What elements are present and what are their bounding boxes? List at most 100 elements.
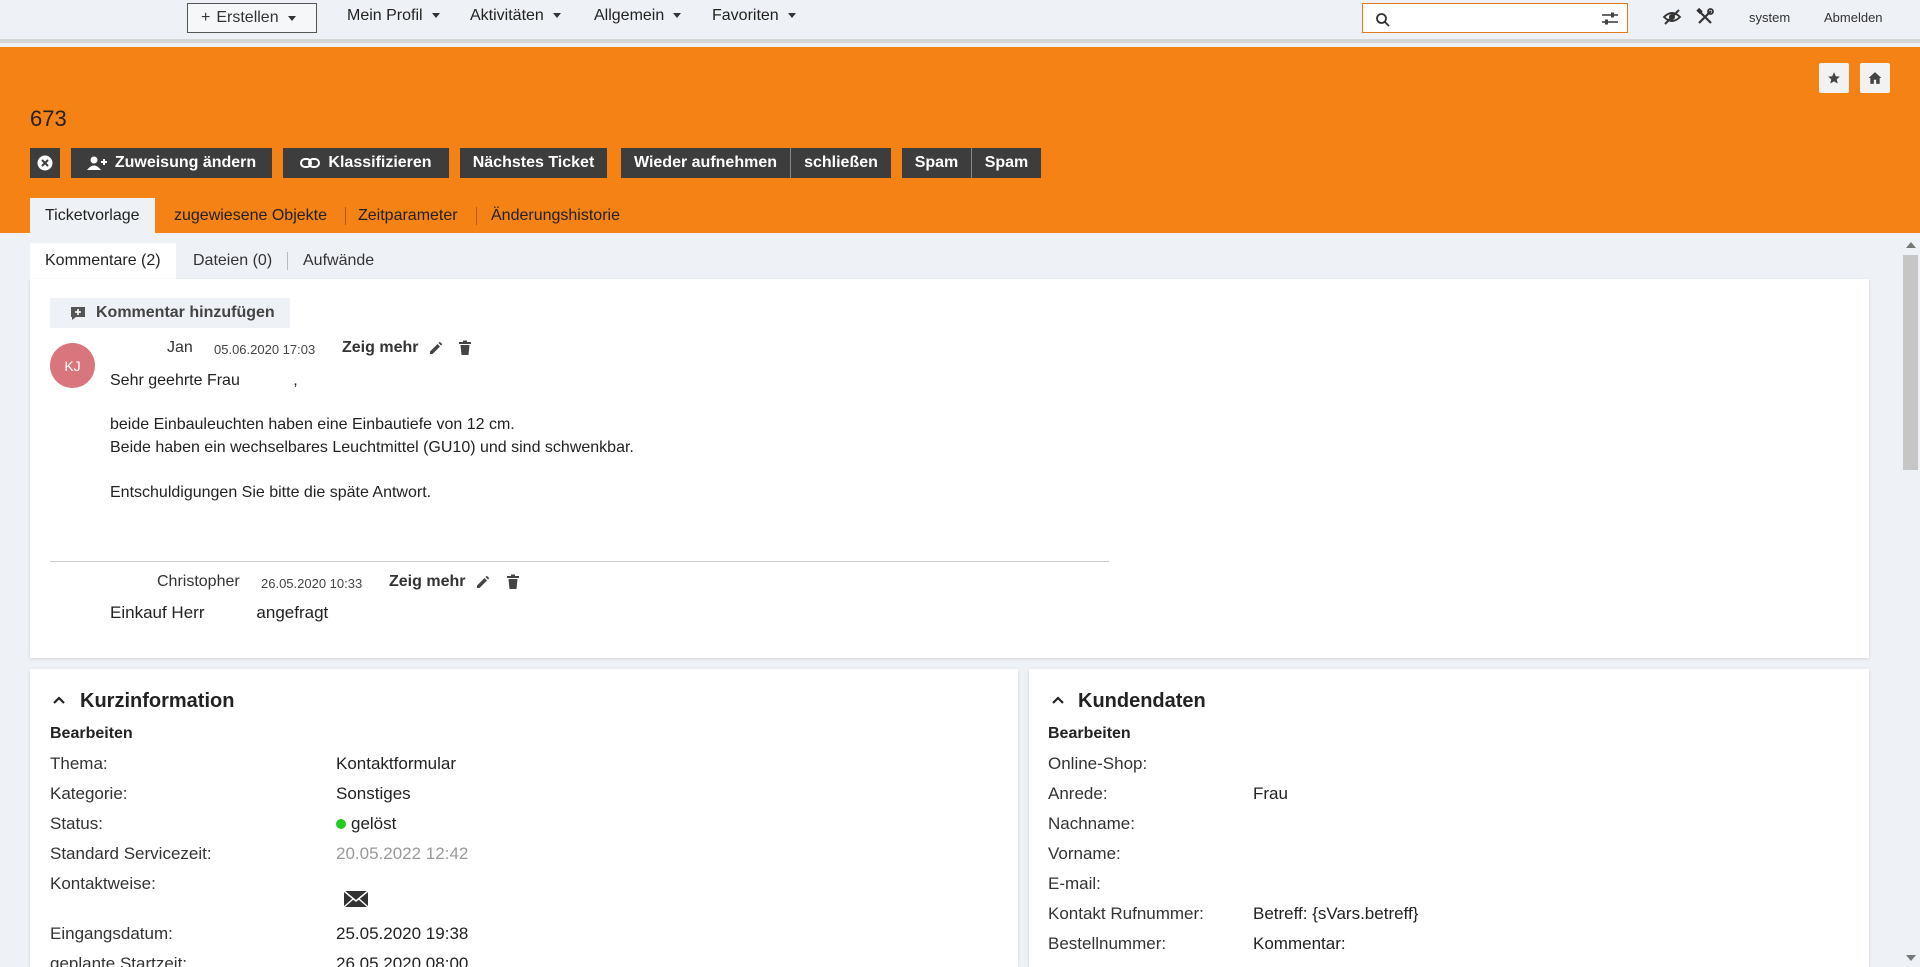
- nav-label: Allgemein: [594, 7, 665, 24]
- spam-label: Spam: [914, 154, 959, 171]
- field-value: Frau: [1253, 784, 1288, 803]
- search-icon: [1376, 13, 1390, 27]
- chevron-down-icon: [431, 13, 440, 19]
- kurzinfo-edit-link[interactable]: Bearbeiten: [50, 725, 133, 743]
- field-label: Online-Shop:: [1048, 754, 1148, 773]
- create-button[interactable]: + Erstellen: [187, 3, 317, 33]
- reopen-button[interactable]: Wieder aufnehmen: [621, 148, 790, 178]
- user-plus-icon: [86, 156, 107, 170]
- field-value: Kommentar:: [1253, 934, 1346, 953]
- close-ticket-label: schließen: [804, 154, 878, 171]
- field-label: Kontakt Rufnummer:: [1048, 904, 1204, 923]
- comment-author: Christopher: [157, 573, 240, 590]
- field-label: Kategorie:: [50, 784, 128, 803]
- scrollbar-thumb[interactable]: [1903, 255, 1918, 470]
- nav-label: Aktivitäten: [470, 7, 544, 24]
- assign-button[interactable]: Zuweisung ändern: [71, 148, 272, 178]
- spam-button-1[interactable]: Spam: [902, 148, 971, 178]
- chevron-down-icon: [287, 15, 296, 21]
- eye-off-icon[interactable]: [1662, 8, 1682, 26]
- avatar: KJ: [50, 343, 95, 388]
- field-label: Thema:: [50, 754, 108, 773]
- spam-label: Spam: [984, 154, 1029, 171]
- trash-icon[interactable]: [458, 340, 472, 356]
- add-comment-label: Kommentar hinzufügen: [96, 304, 275, 321]
- field-label: Kontaktweise:: [50, 874, 156, 893]
- field-label: geplante Startzeit:: [50, 954, 188, 967]
- subtab-kommentare[interactable]: Kommentare (2): [30, 243, 176, 279]
- chevron-down-icon: [673, 13, 682, 19]
- comment-line: [110, 459, 634, 481]
- home-button[interactable]: [1860, 63, 1890, 93]
- tab-aenderungshistorie[interactable]: Änderungshistorie: [491, 198, 620, 233]
- nav-label: Favoriten: [712, 7, 779, 24]
- show-more-link[interactable]: Zeig mehr: [389, 573, 465, 591]
- chevron-up-icon[interactable]: [52, 695, 66, 705]
- search-input[interactable]: [1362, 3, 1628, 33]
- comment-date: 26.05.2020 10:33: [261, 576, 363, 591]
- star-icon: [1828, 72, 1840, 84]
- nav-favoriten[interactable]: Favoriten: [712, 7, 796, 25]
- comment-line: beide Einbauleuchten haben eine Einbauti…: [110, 416, 515, 433]
- field-label: Bestellnummer:: [1048, 934, 1167, 953]
- field-label: Nachname:: [1048, 814, 1135, 833]
- trash-icon[interactable]: [506, 574, 520, 590]
- filter-sliders-icon[interactable]: [1601, 11, 1619, 27]
- field-label: Status:: [50, 814, 103, 833]
- field-value: 25.05.2020 19:38: [336, 924, 469, 943]
- comment-date: 05.06.2020 17:03: [214, 342, 316, 357]
- subtab-aufwaende[interactable]: Aufwände: [303, 243, 374, 279]
- subtab-label: Dateien (0): [193, 252, 273, 269]
- comment-line: [110, 392, 634, 413]
- field-label: Eingangsdatum:: [50, 924, 173, 943]
- field-label: Vorname:: [1048, 844, 1121, 863]
- add-comment-button[interactable]: Kommentar hinzufügen: [50, 298, 290, 328]
- field-label: Standard Servicezeit:: [50, 844, 212, 863]
- scroll-down-arrow[interactable]: [1906, 955, 1916, 961]
- favorite-button[interactable]: [1819, 63, 1849, 93]
- tab-zugewiesene-objekte[interactable]: zugewiesene Objekte: [174, 198, 327, 233]
- plus-icon: +: [201, 9, 211, 26]
- close-circle-icon: [37, 155, 53, 171]
- link-icon: [300, 158, 321, 168]
- edit-pencil-icon[interactable]: [428, 340, 444, 356]
- tools-icon[interactable]: [1696, 8, 1714, 26]
- spam-button-2[interactable]: Spam: [972, 148, 1041, 178]
- nav-aktivitaeten[interactable]: Aktivitäten: [470, 7, 561, 25]
- field-value: Betreff: {sVars.betreff}: [1253, 904, 1419, 923]
- close-ticket-button[interactable]: schließen: [791, 148, 891, 178]
- classify-button[interactable]: Klassifizieren: [283, 148, 449, 178]
- mail-icon: [343, 890, 369, 908]
- field-value: 20.05.2022 12:42: [336, 844, 469, 863]
- status-dot: [336, 818, 346, 829]
- kundendaten-edit-link[interactable]: Bearbeiten: [1048, 725, 1131, 743]
- field-value: Kontaktformular: [336, 754, 456, 773]
- chevron-up-icon[interactable]: [1051, 695, 1065, 705]
- comment-line: Entschuldigungen Sie bitte die späte Ant…: [110, 484, 432, 501]
- nav-allgemein[interactable]: Allgemein: [594, 7, 682, 25]
- nav-label: Mein Profil: [347, 7, 423, 24]
- nav-mein-profil[interactable]: Mein Profil: [347, 7, 440, 25]
- top-bar: + Erstellen Mein Profil Aktivitäten Allg…: [0, 0, 1920, 43]
- scroll-up-arrow[interactable]: [1906, 242, 1916, 248]
- subtab-label: Kommentare (2): [45, 252, 161, 269]
- ticket-number: 673: [30, 106, 67, 131]
- edit-pencil-icon[interactable]: [475, 574, 491, 590]
- user-name[interactable]: system: [1749, 10, 1790, 25]
- tab-zeitparameter[interactable]: Zeitparameter: [358, 198, 458, 233]
- show-more-link[interactable]: Zeig mehr: [342, 339, 418, 357]
- chevron-down-icon: [552, 13, 561, 19]
- cancel-button[interactable]: [30, 148, 60, 178]
- status-text: gelöst: [351, 814, 397, 833]
- comment-add-icon: [71, 307, 85, 320]
- field-value: 26.05.2020 08:00: [336, 954, 469, 967]
- tab-ticketvorlage[interactable]: Ticketvorlage: [30, 198, 155, 233]
- subtab-dateien[interactable]: Dateien (0): [193, 243, 272, 279]
- tab-label: Zeitparameter: [358, 206, 458, 224]
- subtab-divider: [287, 252, 288, 270]
- comment-author: Jan: [167, 339, 193, 356]
- next-ticket-button[interactable]: Nächstes Ticket: [460, 148, 607, 178]
- assign-button-label: Zuweisung ändern: [114, 154, 257, 171]
- classify-button-label: Klassifizieren: [328, 154, 432, 171]
- logout-link[interactable]: Abmelden: [1824, 10, 1883, 25]
